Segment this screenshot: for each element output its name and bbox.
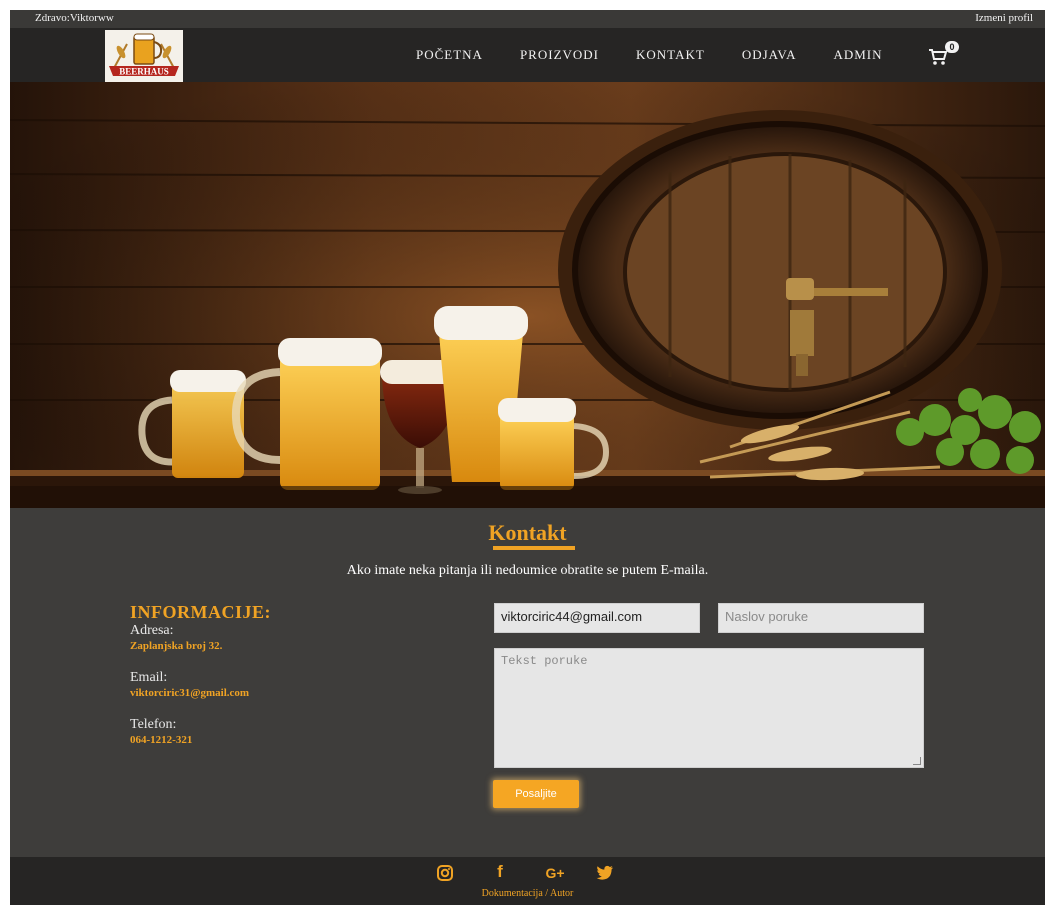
shopping-cart-icon <box>929 49 948 65</box>
nav-menu: POČETNA PROIZVODI KONTAKT ODJAVA ADMIN <box>402 28 883 82</box>
nav-item-proizvodi[interactable]: PROIZVODI <box>520 47 599 63</box>
facebook-icon[interactable]: f <box>492 862 508 884</box>
email-label: Email: <box>130 670 168 685</box>
footer-doc-links[interactable]: Dokumentacija / Autor <box>10 888 1045 899</box>
phone-label: Telefon: <box>130 717 177 732</box>
address-value: Zaplanjska broj 32. <box>130 640 223 652</box>
main-navigation: BEERHAUS POČETNA PROIZVODI KONTAKT ODJAV… <box>10 28 1045 82</box>
cart-count-badge: 0 <box>945 41 959 53</box>
instagram-icon[interactable] <box>434 862 456 884</box>
cart-button[interactable]: 0 <box>928 41 962 66</box>
send-button[interactable]: Posaljite <box>493 780 579 808</box>
info-heading: INFORMACIJE: <box>130 602 271 622</box>
message-textarea[interactable]: Tekst poruke <box>494 648 924 768</box>
greeting-text: Zdravo:Viktorww <box>35 12 114 24</box>
subject-field[interactable]: Naslov poruke <box>718 603 924 633</box>
info-panel: INFORMACIJE: Adresa: Zaplanjska broj 32.… <box>130 602 380 747</box>
google-plus-icon[interactable]: G+ <box>538 862 572 884</box>
nav-item-odjava[interactable]: ODJAVA <box>742 47 797 63</box>
email-field[interactable]: viktorciric44@gmail.com <box>494 603 700 633</box>
nav-item-pocetna[interactable]: POČETNA <box>416 47 483 63</box>
phone-value: 064-1212-321 <box>130 734 193 746</box>
contact-intro: Ako imate neka pitanja ili nedoumice obr… <box>346 563 709 578</box>
twitter-icon[interactable] <box>594 862 616 884</box>
footer: f G+ Dokumentacija / Autor <box>10 857 1045 905</box>
hero-image <box>10 82 1045 508</box>
beerhaus-logo[interactable]: BEERHAUS <box>105 30 183 82</box>
nav-item-admin[interactable]: ADMIN <box>833 47 882 63</box>
resize-handle[interactable] <box>913 757 921 765</box>
message-placeholder: Tekst poruke <box>501 654 588 668</box>
title-underline <box>493 546 575 550</box>
top-bar: Zdravo:Viktorww Izmeni profil <box>10 10 1045 28</box>
social-links: f G+ <box>434 862 634 884</box>
address-label: Adresa: <box>130 623 174 638</box>
nav-item-kontakt[interactable]: KONTAKT <box>636 47 705 63</box>
contact-title: Kontakt <box>488 520 567 545</box>
page: Zdravo:Viktorww Izmeni profil BEERHAUS P… <box>10 10 1045 905</box>
email-value: viktorciric31@gmail.com <box>130 687 250 699</box>
edit-profile-link[interactable]: Izmeni profil <box>975 12 1033 24</box>
logo-wordmark: BEERHAUS <box>119 67 169 77</box>
